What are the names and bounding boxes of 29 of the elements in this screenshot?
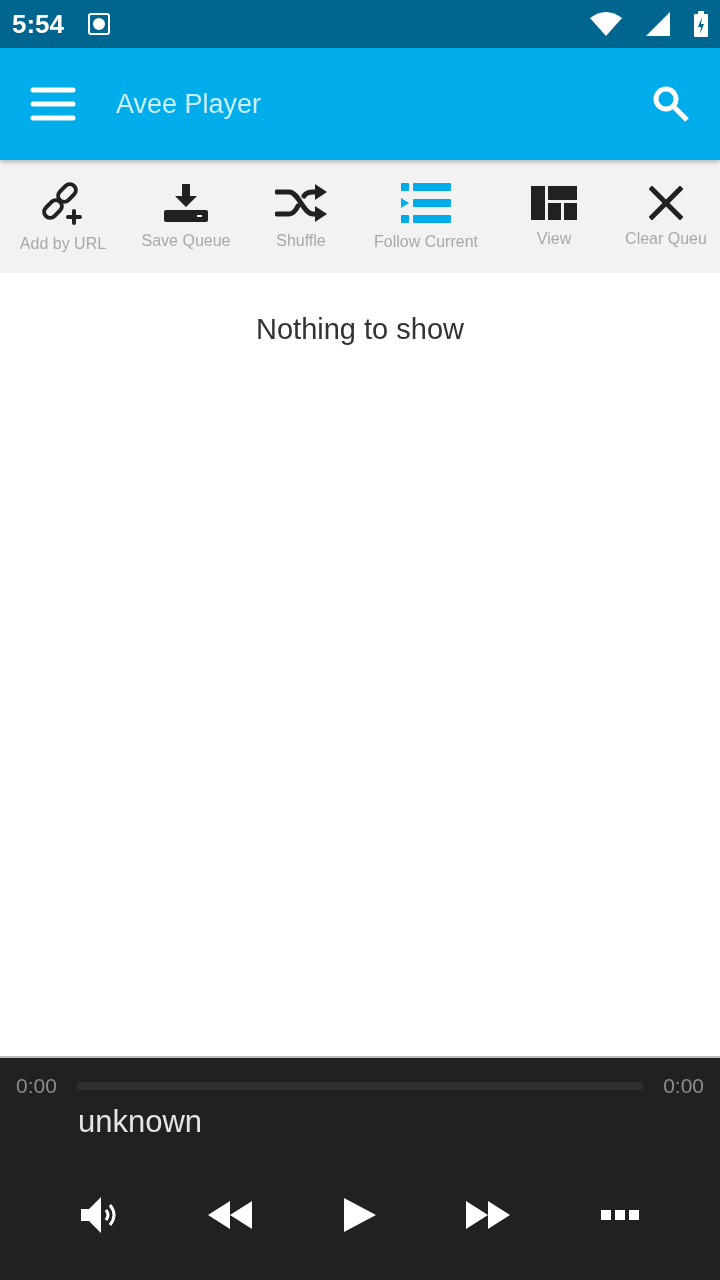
search-icon[interactable] (652, 85, 690, 123)
record-icon (88, 13, 111, 35)
status-time: 5:54 (12, 8, 65, 40)
speaker-icon (81, 1196, 118, 1234)
toolbar-button[interactable]: Follow Current (356, 182, 496, 251)
shuffle-icon (275, 183, 327, 222)
toolbar-button[interactable]: View (496, 185, 612, 248)
chain-link-plus-icon (41, 180, 85, 225)
close-icon (649, 185, 683, 220)
play-icon (341, 1198, 376, 1232)
app-title: Avee Player (116, 88, 263, 120)
toolbar-button[interactable]: Clear Queu (612, 185, 720, 248)
list-icon (401, 182, 451, 223)
battery-icon (694, 11, 708, 37)
grid-layout-icon (531, 185, 577, 220)
elapsed-time: 0:00 (16, 1074, 57, 1098)
signal-icon (646, 12, 670, 36)
empty-message: Nothing to show (256, 313, 464, 347)
duration-time: 0:00 (663, 1074, 704, 1098)
toolbar-button[interactable]: Shuffle (246, 183, 356, 250)
fast-forward-icon (466, 1201, 511, 1229)
toolbar-button[interactable]: Add by URL (0, 180, 126, 253)
track-title: unknown (78, 1104, 203, 1140)
download-tray-icon (164, 183, 208, 222)
more-icon (600, 1210, 639, 1220)
rewind-icon (207, 1201, 252, 1229)
wifi-icon (590, 12, 622, 36)
menu-icon[interactable] (30, 87, 76, 121)
toolbar-button[interactable]: Save Queue (126, 183, 246, 250)
